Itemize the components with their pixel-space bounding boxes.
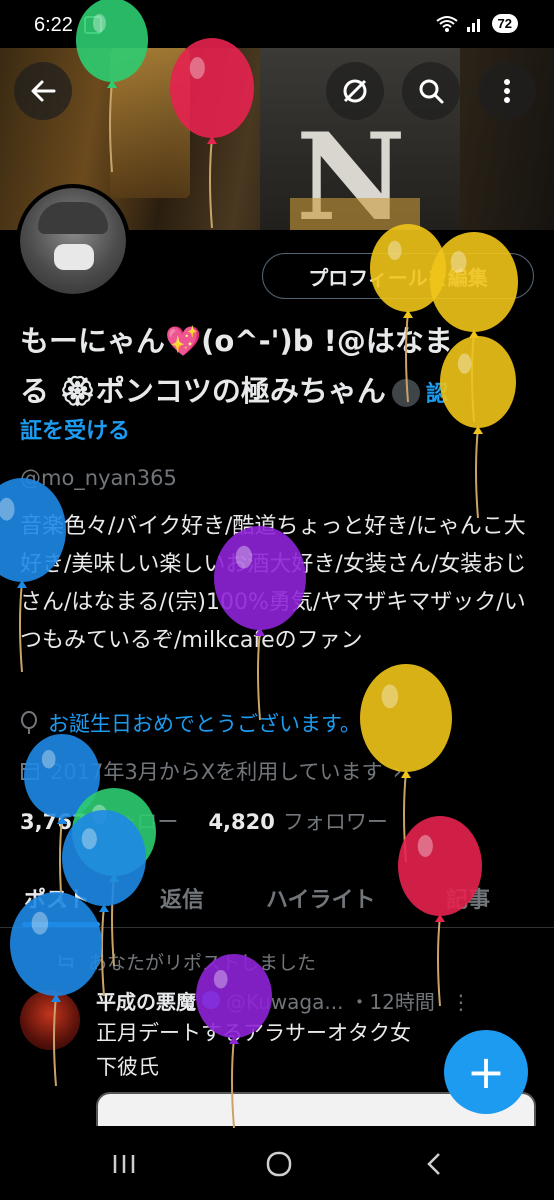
chevron-left-icon	[427, 1153, 440, 1175]
profile-name-line2-row: る 🏵ポンコツの極みちゃん 認	[20, 366, 540, 420]
get-verified-link[interactable]: 証を受ける	[20, 413, 130, 445]
status-icons: 72	[435, 14, 518, 33]
search-icon	[419, 79, 444, 104]
follow-counts: 3,767 フォロー 4,820 フォロワー	[20, 806, 410, 836]
post-text[interactable]: 正月デートするアラサーオタク女 下彼氏	[96, 1016, 496, 1084]
verified-badge-icon	[202, 991, 220, 1009]
system-navigation-bar	[0, 1126, 554, 1200]
avatar-photo	[20, 188, 126, 294]
post-author-avatar[interactable]	[20, 990, 80, 1050]
balloon-icon	[21, 711, 37, 734]
battery-indicator: 72	[491, 14, 518, 33]
post-author-name[interactable]: 平成の悪魔	[96, 986, 196, 1015]
joined-row[interactable]: 2017年3月からXを利用しています ›	[20, 756, 402, 786]
post-timestamp: ・12時間	[349, 990, 435, 1014]
avatar-mask	[54, 244, 94, 270]
get-verified-link-start[interactable]: 認	[426, 382, 448, 407]
chevron-right-icon: ›	[392, 757, 403, 785]
home-button[interactable]	[249, 1144, 309, 1184]
back-arrow-icon	[31, 80, 56, 102]
wifi-icon	[435, 15, 458, 32]
following-label[interactable]: フォロー	[94, 806, 178, 836]
repost-indicator: あなたがリポストしました	[56, 948, 316, 975]
tab-posts[interactable]: ポスト	[24, 882, 90, 914]
post-text-line1: 正月デートするアラサーオタク女	[96, 1021, 411, 1045]
verified-badge-icon[interactable]	[391, 379, 420, 407]
back-button[interactable]	[14, 62, 72, 120]
signal-icon	[466, 18, 480, 32]
avatar-hat	[38, 202, 108, 234]
birthday-text[interactable]: お誕生日おめでとうございます。	[48, 708, 361, 738]
profile-tabs: ポスト 返信 ハイライト 記事	[0, 864, 554, 928]
edit-profile-button[interactable]: プロフィールを編集	[262, 253, 534, 299]
post-more-icon[interactable]: ⋮	[451, 990, 471, 1014]
post-author-handle[interactable]: @Kuwaga...	[226, 990, 343, 1014]
followers-label[interactable]: フォロワー	[283, 806, 388, 836]
rotate-icon	[343, 79, 367, 103]
joined-text: 2017年3月からXを利用しています	[50, 760, 383, 784]
more-button[interactable]	[478, 62, 536, 120]
profile-name: もーにゃん💖(o^-')b !@はなま る 🏵ポンコツの極みちゃん 認	[20, 316, 540, 420]
tab-replies[interactable]: 返信	[160, 882, 204, 914]
compose-button[interactable]: +	[444, 1030, 528, 1114]
search-button[interactable]	[402, 62, 460, 120]
status-bar: 6:22 72	[0, 0, 554, 48]
active-tab-indicator	[22, 922, 100, 927]
repost-icon	[59, 954, 73, 969]
profile-name-line2: る 🏵ポンコツの極みちゃん	[20, 374, 386, 408]
profile-avatar[interactable]	[16, 184, 130, 298]
birthday-row: お誕生日おめでとうございます。	[20, 708, 361, 738]
followers-count[interactable]: 4,820	[208, 810, 274, 834]
home-icon	[266, 1151, 292, 1177]
rotate-button[interactable]	[326, 62, 384, 120]
profile-name-line1: もーにゃん💖(o^-')b !@はなま	[20, 324, 453, 358]
banner-bottle	[110, 48, 190, 198]
back-nav-button[interactable]	[404, 1144, 464, 1184]
post-text-line2: 下彼氏	[96, 1055, 159, 1079]
recent-apps-icon	[113, 1155, 135, 1173]
tab-articles[interactable]: 記事	[446, 882, 490, 914]
status-time: 6:22	[34, 14, 73, 36]
post-header: 平成の悪魔 @Kuwaga... ・12時間 ⋮	[96, 986, 536, 1015]
following-count[interactable]: 3,767	[20, 810, 86, 834]
banner-glass	[290, 198, 420, 230]
calendar-icon	[21, 763, 39, 780]
tab-highlights[interactable]: ハイライト	[266, 882, 376, 914]
recent-apps-button[interactable]	[94, 1144, 154, 1184]
profile-handle: @mo_nyan365	[20, 466, 177, 490]
screenshot-icon	[84, 16, 102, 34]
more-vertical-icon	[504, 79, 510, 103]
repost-label: あなたがリポストしました	[88, 952, 317, 974]
profile-bio: 音楽色々/バイク好き/酷道ちょっと好き/にゃんこ大好き/美味しい楽しいお酒大好き…	[20, 514, 527, 653]
